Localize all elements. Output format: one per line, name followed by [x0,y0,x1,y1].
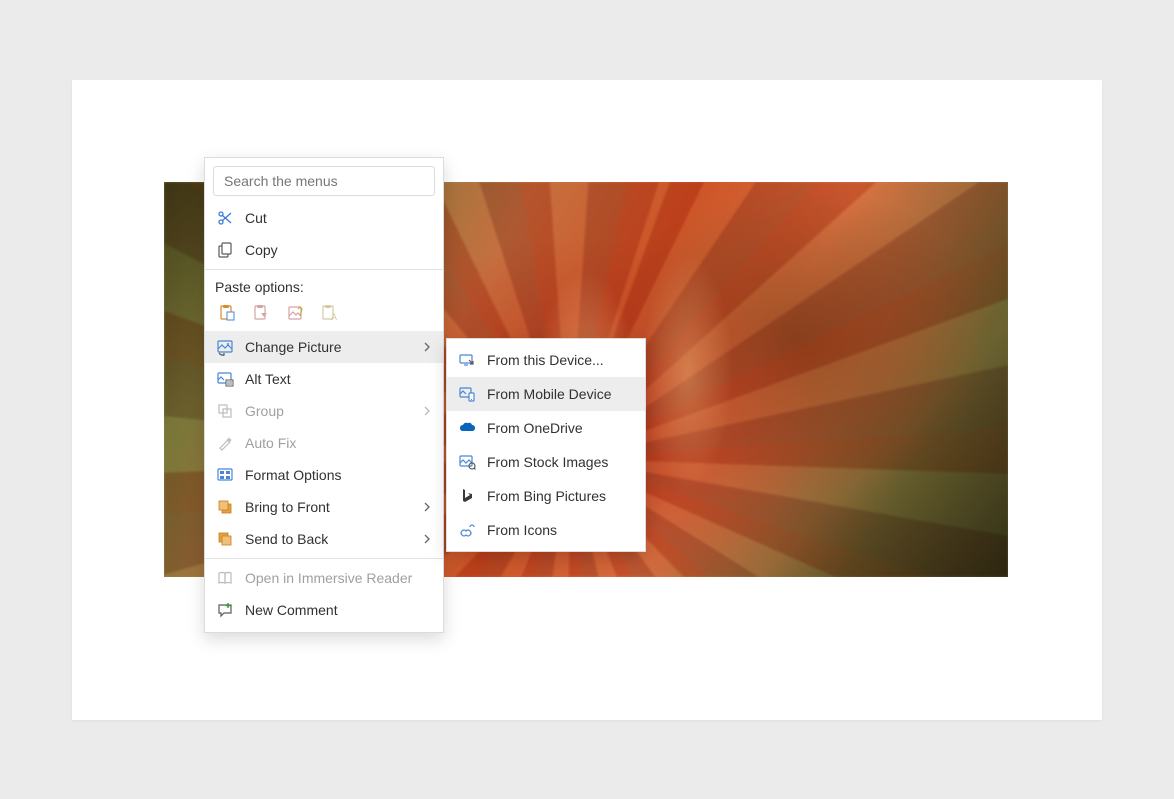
chevron-right-icon [421,501,433,513]
device-icon [457,350,477,370]
format-options-icon [215,465,235,485]
from-mobile-menu-item[interactable]: From Mobile Device [447,377,645,411]
auto-fix-menu-item: Auto Fix [205,427,443,459]
immersive-reader-menu-item: Open in Immersive Reader [205,562,443,594]
paste-label: Paste options: [215,279,433,295]
change-picture-submenu: From this Device... From Mobile Device F… [446,338,646,552]
context-menu: Cut Copy Paste options: [204,157,444,633]
menu-label: From Bing Pictures [487,488,635,504]
menu-label: Format Options [245,467,433,483]
change-picture-icon [215,337,235,357]
from-onedrive-menu-item[interactable]: From OneDrive [447,411,645,445]
comment-icon [215,600,235,620]
document-canvas: Cut Copy Paste options: [72,80,1102,720]
from-device-menu-item[interactable]: From this Device... [447,343,645,377]
menu-label: Copy [245,242,433,258]
onedrive-icon [457,418,477,438]
scissors-icon [215,208,235,228]
paste-section: Paste options: [205,273,443,325]
chevron-right-icon [421,405,433,417]
change-picture-menu-item[interactable]: Change Picture [205,331,443,363]
menu-label: Cut [245,210,433,226]
menu-label: Auto Fix [245,435,433,451]
group-menu-item: Group [205,395,443,427]
bring-to-front-menu-item[interactable]: Bring to Front [205,491,443,523]
paste-merge-icon[interactable] [249,301,273,325]
new-comment-menu-item[interactable]: New Comment [205,594,443,626]
menu-label: New Comment [245,602,433,618]
menu-label: From this Device... [487,352,635,368]
menu-label: Open in Immersive Reader [245,570,433,586]
menu-label: Alt Text [245,371,433,387]
group-icon [215,401,235,421]
menu-divider [205,269,443,270]
cut-menu-item[interactable]: Cut [205,202,443,234]
send-to-back-menu-item[interactable]: Send to Back [205,523,443,555]
paste-picture-icon[interactable] [283,301,307,325]
menu-label: From OneDrive [487,420,635,436]
menu-label: Send to Back [245,531,421,547]
auto-fix-icon [215,433,235,453]
paste-keep-source-icon[interactable] [215,301,239,325]
alt-text-icon [215,369,235,389]
chevron-right-icon [421,341,433,353]
copy-icon [215,240,235,260]
from-icons-menu-item[interactable]: From Icons [447,513,645,547]
copy-menu-item[interactable]: Copy [205,234,443,266]
bing-icon [457,486,477,506]
paste-options: A [215,301,433,325]
from-bing-menu-item[interactable]: From Bing Pictures [447,479,645,513]
menu-label: Group [245,403,421,419]
search-input[interactable] [213,166,435,196]
svg-text:A: A [331,312,337,322]
chevron-right-icon [421,533,433,545]
send-to-back-icon [215,529,235,549]
format-options-menu-item[interactable]: Format Options [205,459,443,491]
stock-images-icon [457,452,477,472]
menu-divider [205,558,443,559]
from-stock-menu-item[interactable]: From Stock Images [447,445,645,479]
alt-text-menu-item[interactable]: Alt Text [205,363,443,395]
bring-to-front-icon [215,497,235,517]
menu-label: Bring to Front [245,499,421,515]
menu-label: From Icons [487,522,635,538]
menu-label: From Stock Images [487,454,635,470]
icons-icon [457,520,477,540]
menu-label: Change Picture [245,339,421,355]
menu-label: From Mobile Device [487,386,635,402]
paste-text-icon[interactable]: A [317,301,341,325]
book-icon [215,568,235,588]
mobile-icon [457,384,477,404]
